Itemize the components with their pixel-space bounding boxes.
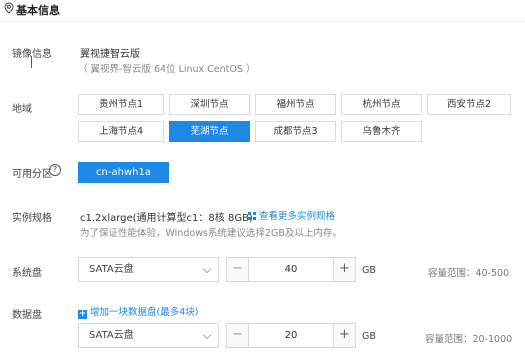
data-disk-size-input[interactable]: 20 (249, 324, 333, 347)
image-name: 翼视捷智云版 (80, 49, 140, 60)
text-cursor (31, 56, 32, 68)
region-option-xian2[interactable]: 西安节点2 (427, 94, 511, 115)
zone-option-cn-ahwh1a[interactable]: cn-ahwh1a (78, 162, 169, 183)
image-label: 镜像信息 (12, 49, 52, 60)
more-specs-link[interactable]: 查看更多实例规格 (248, 208, 335, 222)
data-disk-type-value: SATA云盘 (89, 330, 134, 341)
system-disk-type-select[interactable]: SATA云盘 (78, 257, 219, 282)
plus-icon: + (78, 309, 87, 319)
region-option-shenzhen[interactable]: 深圳节点 (169, 94, 250, 115)
data-disk-size-stepper[interactable]: − 20 + (226, 323, 356, 348)
section-header (0, 0, 525, 22)
region-option-urumqi[interactable]: 乌鲁木齐 (341, 121, 422, 142)
region-option-shanghai4[interactable]: 上海节点4 (78, 121, 164, 142)
system-disk-size-stepper[interactable]: − 40 + (226, 257, 356, 282)
data-disk-range: 容量范围：20-1000 (425, 334, 513, 345)
zone-label: 可用分区 (12, 169, 52, 180)
more-specs-link-label: 查看更多实例规格 (259, 211, 336, 222)
data-disk-label: 数据盘 (12, 310, 42, 321)
data-disk-unit: GB (362, 331, 376, 342)
spec-value: c1.2xlarge(通用计算型c1：8核 8GB) (80, 213, 253, 224)
add-data-disk-link[interactable]: + 增加一块数据盘(最多4块) (78, 304, 198, 319)
region-option-fuzhou[interactable]: 福州节点 (255, 94, 336, 115)
help-icon[interactable]: ? (49, 164, 61, 176)
system-disk-range: 容量范围：40-500 (428, 268, 510, 279)
region-label: 地域 (12, 104, 32, 115)
chevron-down-icon (202, 264, 212, 274)
region-option-chengdu3[interactable]: 成都节点3 (255, 121, 336, 142)
data-disk-type-select[interactable]: SATA云盘 (78, 323, 219, 348)
data-disk-increase-button[interactable]: + (333, 324, 355, 347)
chevron-down-icon (202, 330, 212, 340)
data-disk-decrease-button[interactable]: − (227, 324, 249, 347)
image-detail: （ 翼视界-智云版 64位 Linux CentOS ） (78, 64, 256, 75)
region-option-wuhu[interactable]: 芜湖节点 (169, 121, 250, 142)
add-data-disk-label: 增加一块数据盘(最多4块) (90, 307, 199, 318)
system-disk-label: 系统盘 (12, 268, 42, 279)
location-pin-icon (4, 2, 14, 14)
spec-label: 实例规格 (12, 213, 52, 224)
system-disk-size-input[interactable]: 40 (249, 258, 333, 281)
grid-icon (248, 212, 256, 220)
spec-note: 为了保证性能体验，Windows系统建议选择2GB及以上内存。 (80, 228, 342, 239)
system-disk-unit: GB (362, 265, 376, 276)
system-disk-decrease-button[interactable]: − (227, 258, 249, 281)
system-disk-increase-button[interactable]: + (333, 258, 355, 281)
system-disk-type-value: SATA云盘 (89, 264, 134, 275)
region-option-hangzhou[interactable]: 杭州节点 (341, 94, 422, 115)
region-option-guizhou1[interactable]: 贵州节点1 (78, 94, 164, 115)
section-title: 基本信息 (16, 4, 60, 17)
